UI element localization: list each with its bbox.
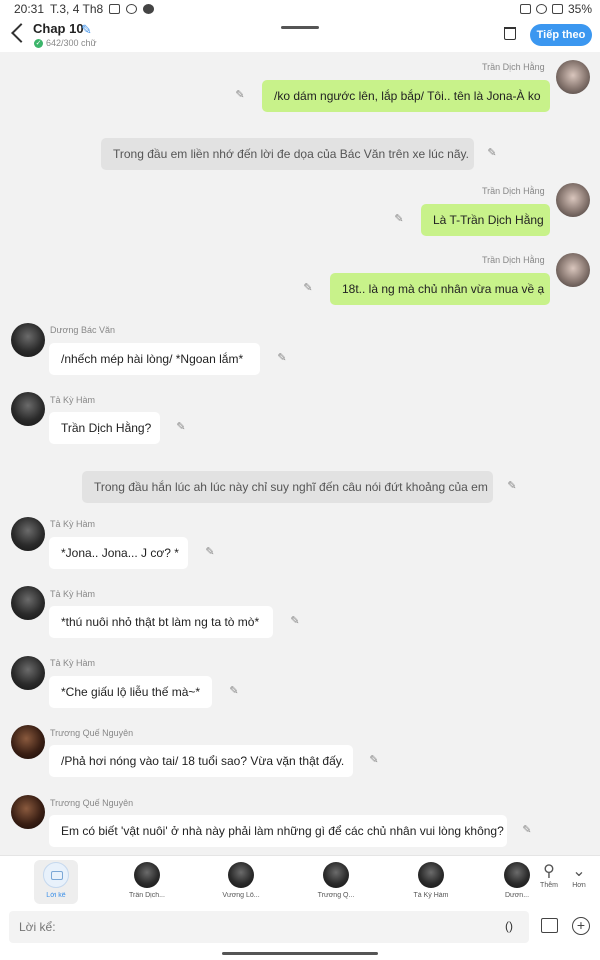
pencil-icon[interactable]: ✎ xyxy=(175,421,187,433)
character-label: Trương Q... xyxy=(317,892,355,899)
action-toggle-button[interactable]: () xyxy=(505,919,513,933)
char-counter: ✓ 642/300 chữ xyxy=(34,38,97,48)
narration-bubble[interactable]: Trong đầu em liền nhớ đến lời đe dọa của… xyxy=(101,138,474,170)
system-nav-bar xyxy=(0,949,600,960)
character-bar: Lời kể Trần Dịch... Vương Lỗ... Trương Q… xyxy=(0,855,600,905)
char-count-text: 642/300 chữ xyxy=(46,38,97,48)
message-bubble[interactable]: 18t.. là ng mà chủ nhân vừa mua về ạ xyxy=(330,273,550,305)
more-label: Hơn xyxy=(572,882,586,889)
input-bar: () + xyxy=(0,905,600,949)
speaker-name: Trương Quế Nguyên xyxy=(50,728,134,738)
avatar[interactable] xyxy=(11,392,45,426)
avatar[interactable] xyxy=(556,253,590,287)
speaker-name: Trương Quế Nguyên xyxy=(50,798,134,808)
gallery-notification-icon xyxy=(109,4,121,14)
next-button[interactable]: Tiếp theo xyxy=(530,24,592,46)
avatar[interactable] xyxy=(11,795,45,829)
character-narrator[interactable]: Lời kể xyxy=(34,860,78,904)
chat-area[interactable]: Trần Dịch Hằng /ko dám ngước lên, lắp bắ… xyxy=(0,52,600,855)
back-icon[interactable] xyxy=(11,23,31,43)
speaker-name: Trần Dịch Hằng xyxy=(482,255,545,265)
status-bar: 20:31 T.3, 4 Th8 35% xyxy=(0,0,600,18)
character-label: Lời kể xyxy=(46,892,66,899)
character-tran-dich-hang[interactable]: Trần Dịch... xyxy=(125,860,169,904)
message-bubble[interactable]: *thú nuôi nhỏ thật bt làm ng ta tò mò* xyxy=(49,606,273,638)
speaker-name: Tả Kỳ Hàm xyxy=(50,658,96,668)
avatar[interactable] xyxy=(11,725,45,759)
avatar[interactable] xyxy=(11,517,45,551)
message-bubble[interactable]: *Jona.. Jona... J cơ? * xyxy=(49,537,188,569)
avatar xyxy=(323,862,349,888)
message-bubble[interactable]: Trần Dịch Hằng? xyxy=(49,412,160,444)
more-button[interactable]: ⌄ Hơn xyxy=(565,862,593,889)
pencil-icon[interactable]: ✎ xyxy=(302,282,314,294)
status-time: 20:31 xyxy=(14,2,45,16)
pencil-icon[interactable]: ✎ xyxy=(521,824,533,836)
add-character-button[interactable]: ⚲ Thêm xyxy=(535,862,563,889)
avatar xyxy=(228,862,254,888)
chapter-title[interactable]: Chap 10 xyxy=(33,21,84,36)
message-bubble[interactable]: Em có biết 'vật nuôi' ở nhà này phải làm… xyxy=(49,815,507,847)
wifi-icon xyxy=(535,4,547,14)
character-label: Tả Kỳ Hàm xyxy=(413,892,449,899)
character-ta-ky-ham[interactable]: Tả Kỳ Hàm xyxy=(409,860,453,904)
character-truong-que-nguyen[interactable]: Trương Q... xyxy=(314,860,358,904)
check-icon: ✓ xyxy=(34,38,43,48)
image-icon[interactable] xyxy=(541,918,558,933)
pencil-icon[interactable]: ✎ xyxy=(486,147,498,159)
pencil-icon[interactable]: ✎ xyxy=(276,352,288,364)
pencil-icon[interactable]: ✎ xyxy=(506,480,518,492)
pencil-icon[interactable]: ✎ xyxy=(393,213,405,225)
narration-bubble[interactable]: Trong đầu hắn lúc ah lúc này chỉ suy ngh… xyxy=(82,471,493,503)
pencil-icon[interactable]: ✎ xyxy=(289,615,301,627)
character-duong-bac-van[interactable]: Dươn... xyxy=(503,860,531,904)
avatar[interactable] xyxy=(11,323,45,357)
drag-handle[interactable] xyxy=(281,26,319,29)
character-label: Dươn... xyxy=(504,892,530,899)
speaker-name: Tả Kỳ Hàm xyxy=(50,519,96,529)
chevron-down-icon: ⌄ xyxy=(572,863,586,880)
home-indicator[interactable] xyxy=(222,952,378,955)
status-date: T.3, 4 Th8 xyxy=(50,2,104,16)
avatar xyxy=(134,862,160,888)
message-bubble[interactable]: /Phả hơi nóng vào tai/ 18 tuổi sao? Vừa … xyxy=(49,745,353,777)
speaker-name: Tả Kỳ Hàm xyxy=(50,395,96,405)
message-bubble[interactable]: Là T-Trần Dịch Hằng xyxy=(421,204,550,236)
message-bubble[interactable]: /ko dám ngước lên, lắp bắp/ Tôi.. tên là… xyxy=(262,80,550,112)
signal-icon xyxy=(551,4,563,14)
speaker-name: Tả Kỳ Hàm xyxy=(50,589,96,599)
character-label: Vương Lỗ... xyxy=(222,892,260,899)
message-bubble[interactable]: *Che giấu lộ liễu thế mà~* xyxy=(49,676,212,708)
message-bubble[interactable]: /nhếch mép hài lòng/ *Ngoan lắm* xyxy=(49,343,260,375)
plus-icon[interactable]: + xyxy=(572,917,590,935)
pencil-icon[interactable]: ✎ xyxy=(204,546,216,558)
editor-header: Chap 10 ✎ ✓ 642/300 chữ Tiếp theo xyxy=(0,18,600,52)
speaker-name: Dương Bác Văn xyxy=(50,325,115,335)
battery-percent: 35% xyxy=(567,2,592,16)
avatar[interactable] xyxy=(11,586,45,620)
pencil-icon[interactable]: ✎ xyxy=(368,754,380,766)
pencil-icon[interactable]: ✎ xyxy=(228,685,240,697)
avatar xyxy=(504,862,530,888)
add-person-icon: ⚲ xyxy=(543,863,555,880)
speaker-name: Trần Dịch Hằng xyxy=(482,62,545,72)
add-label: Thêm xyxy=(540,882,558,889)
speaker-name: Trần Dịch Hằng xyxy=(482,186,545,196)
message-input[interactable] xyxy=(9,911,529,943)
pencil-icon[interactable]: ✎ xyxy=(234,89,246,101)
character-label: Trần Dịch... xyxy=(129,892,165,899)
nfc-icon xyxy=(519,4,531,14)
pencil-icon[interactable]: ✎ xyxy=(81,22,92,38)
trash-icon[interactable] xyxy=(504,27,516,40)
avatar[interactable] xyxy=(556,183,590,217)
avatar xyxy=(418,862,444,888)
avatar[interactable] xyxy=(11,656,45,690)
cloud-notification-icon xyxy=(126,4,138,14)
narrator-icon xyxy=(43,862,69,888)
avatar[interactable] xyxy=(556,60,590,94)
facebook-notification-icon xyxy=(143,4,155,14)
character-vuong-lo[interactable]: Vương Lỗ... xyxy=(219,860,263,904)
